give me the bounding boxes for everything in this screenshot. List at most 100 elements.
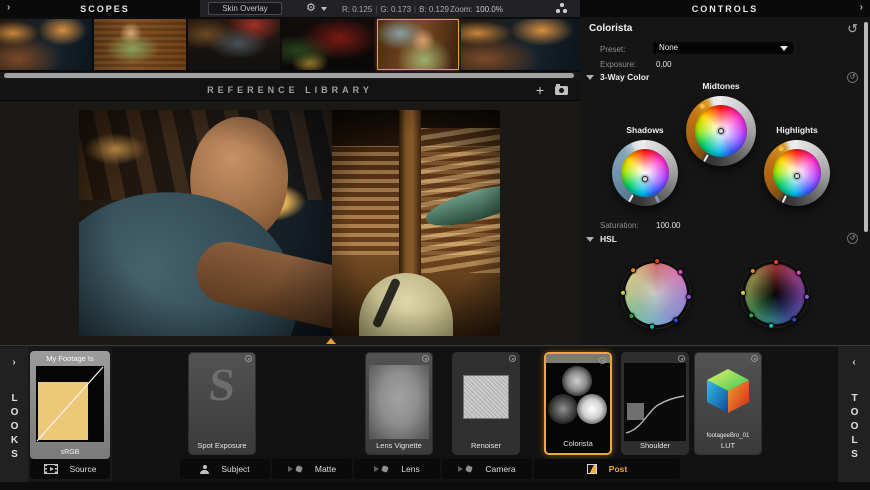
lens-icon [374,465,389,474]
preset-value: None [659,43,678,52]
rgb-separator: | [411,5,419,14]
gear-dropdown-caret-icon[interactable] [321,7,327,11]
reset-tool-icon[interactable]: ↺ [847,21,858,37]
tool-enable-icon[interactable] [678,355,685,362]
tool-enable-icon[interactable] [751,355,758,362]
hsl-saturation-wheel[interactable] [622,260,690,328]
gear-icon[interactable]: ⚙ [306,1,316,16]
midtones-wheel-label: Midtones [681,81,761,91]
colorista-sphere [577,394,607,424]
tool-card-lut[interactable]: footageeBro_01 LUT [694,352,762,455]
rgb-r-value: R: 0.125 [342,5,372,14]
tool-title: Colorista [589,23,632,34]
filmstrip-thumbnail[interactable] [0,19,92,70]
midtones-wheel-cursor[interactable] [718,128,724,134]
bottom-edge-strip [0,482,870,490]
tool-card-shoulder[interactable]: Shoulder [621,352,689,455]
category-lens-label: Lens [401,464,419,474]
midtones-color-wheel[interactable] [686,96,756,166]
shoulder-curve [624,363,686,441]
scopes-title: SCOPES [0,4,210,14]
category-post[interactable]: Post [534,459,680,479]
controls-panel: Colorista ↺ Preset: None Exposure: 0.00 … [580,17,870,345]
shadows-color-wheel[interactable] [612,140,678,206]
category-source-label: Source [70,464,97,474]
saturation-value[interactable]: 100.00 [656,221,680,230]
magic-bullet-looks-window: › SCOPES Skin Overlay ⚙ R: 0.125|G: 0.17… [0,0,870,490]
scene-vignette [332,110,500,336]
preset-dropdown[interactable]: None [653,42,793,54]
three-way-collapse-caret-icon[interactable] [586,75,594,80]
tool-card-label: Shoulder [621,441,689,450]
hsl-hue-dot[interactable] [649,323,656,330]
filmstrip-thumbnail[interactable] [461,19,580,70]
top-bar: › SCOPES Skin Overlay ⚙ R: 0.125|G: 0.17… [0,0,870,17]
filmstrip-thumbnail-selected[interactable] [377,19,459,70]
highlights-wheel-label: Highlights [757,125,837,135]
category-source[interactable]: Source [30,459,110,479]
tool-enable-icon[interactable] [509,355,516,362]
hsl-section-title: HSL [600,234,617,244]
tool-enable-icon[interactable] [422,355,429,362]
add-reference-icon[interactable]: + [536,82,544,98]
category-post-label: Post [609,464,627,474]
tool-card-renoiser[interactable]: Renoiser [452,352,520,455]
category-matte[interactable]: Matte [272,459,352,479]
tool-chain-panel: › LOOKS ‹ TOOLS My Footage Is sRGB Sourc… [0,345,870,482]
controls-title: CONTROLS [580,4,870,14]
hsl-collapse-caret-icon[interactable] [586,237,594,242]
exposure-label: Exposure: [600,60,636,69]
reset-hsl-icon[interactable]: ↺ [847,233,858,244]
lut-cube-icon [704,366,752,416]
tool-enable-icon[interactable] [599,357,606,364]
shadows-wheel-face[interactable] [621,149,669,197]
camera-category-icon [458,465,473,474]
source-footage-card[interactable]: My Footage Is sRGB [30,351,110,459]
category-lens[interactable]: Lens [354,459,440,479]
tool-card-lens-vignette[interactable]: Lens Vignette [365,352,433,455]
scene-vignette [79,110,332,336]
filmstrip-thumbnail[interactable] [282,19,375,70]
filmstrip-scrollbar-thumb[interactable] [4,73,574,78]
preview-image-right-clip [332,110,500,336]
preview-area [0,101,580,345]
highlights-color-wheel[interactable] [764,140,830,206]
scope-nodes-icon[interactable] [556,9,560,13]
colorista-sphere [562,366,592,396]
exposure-value[interactable]: 0.00 [656,60,672,69]
filmstrip-thumbnail[interactable] [188,19,280,70]
tool-card-colorista-selected[interactable]: Colorista [544,352,612,455]
hsl-luminance-wheel[interactable] [742,261,808,327]
controls-collapse-chevron-icon[interactable]: › [860,2,863,13]
tools-chevron-icon[interactable]: ‹ [838,357,870,368]
tools-sidebar: ‹ TOOLS [838,347,870,483]
reference-library-title: REFERENCE LIBRARY [0,79,580,101]
camera-snapshot-icon[interactable] [555,86,568,95]
preview-image-left-clip [79,110,332,336]
hsl-hue-dot[interactable] [672,316,680,324]
hsl-hue-dot[interactable] [790,315,798,323]
hsl-hue-dot[interactable] [804,294,811,301]
three-way-section-title: 3-Way Color [600,72,649,82]
skin-overlay-button[interactable]: Skin Overlay [208,2,282,15]
person-icon [200,465,209,474]
reference-library-header: REFERENCE LIBRARY + [0,79,580,101]
tool-card-label: Renoiser [452,441,520,450]
split-view-handle-icon[interactable] [326,338,336,344]
zoom-value: 100.0% [473,5,503,14]
zoom-readout: Zoom:100.0% [450,5,503,14]
preview-image[interactable] [79,110,500,336]
controls-scrollbar-thumb[interactable] [864,22,868,232]
filmstrip-thumbnail[interactable] [94,19,186,70]
category-subject[interactable]: Subject [180,459,270,479]
looks-chevron-icon[interactable]: › [0,357,28,368]
reset-three-way-icon[interactable]: ↺ [847,72,858,83]
category-camera[interactable]: Camera [442,459,532,479]
source-card-sublabel: sRGB [30,449,110,456]
hsl-hue-dot[interactable] [686,294,693,301]
shadows-wheel-cursor[interactable] [642,176,648,182]
tool-card-spot-exposure[interactable]: S Spot Exposure [188,352,256,455]
hsl-hue-dot[interactable] [768,322,775,329]
highlights-wheel-cursor[interactable] [794,173,800,179]
source-card-thumbnail [36,366,104,442]
